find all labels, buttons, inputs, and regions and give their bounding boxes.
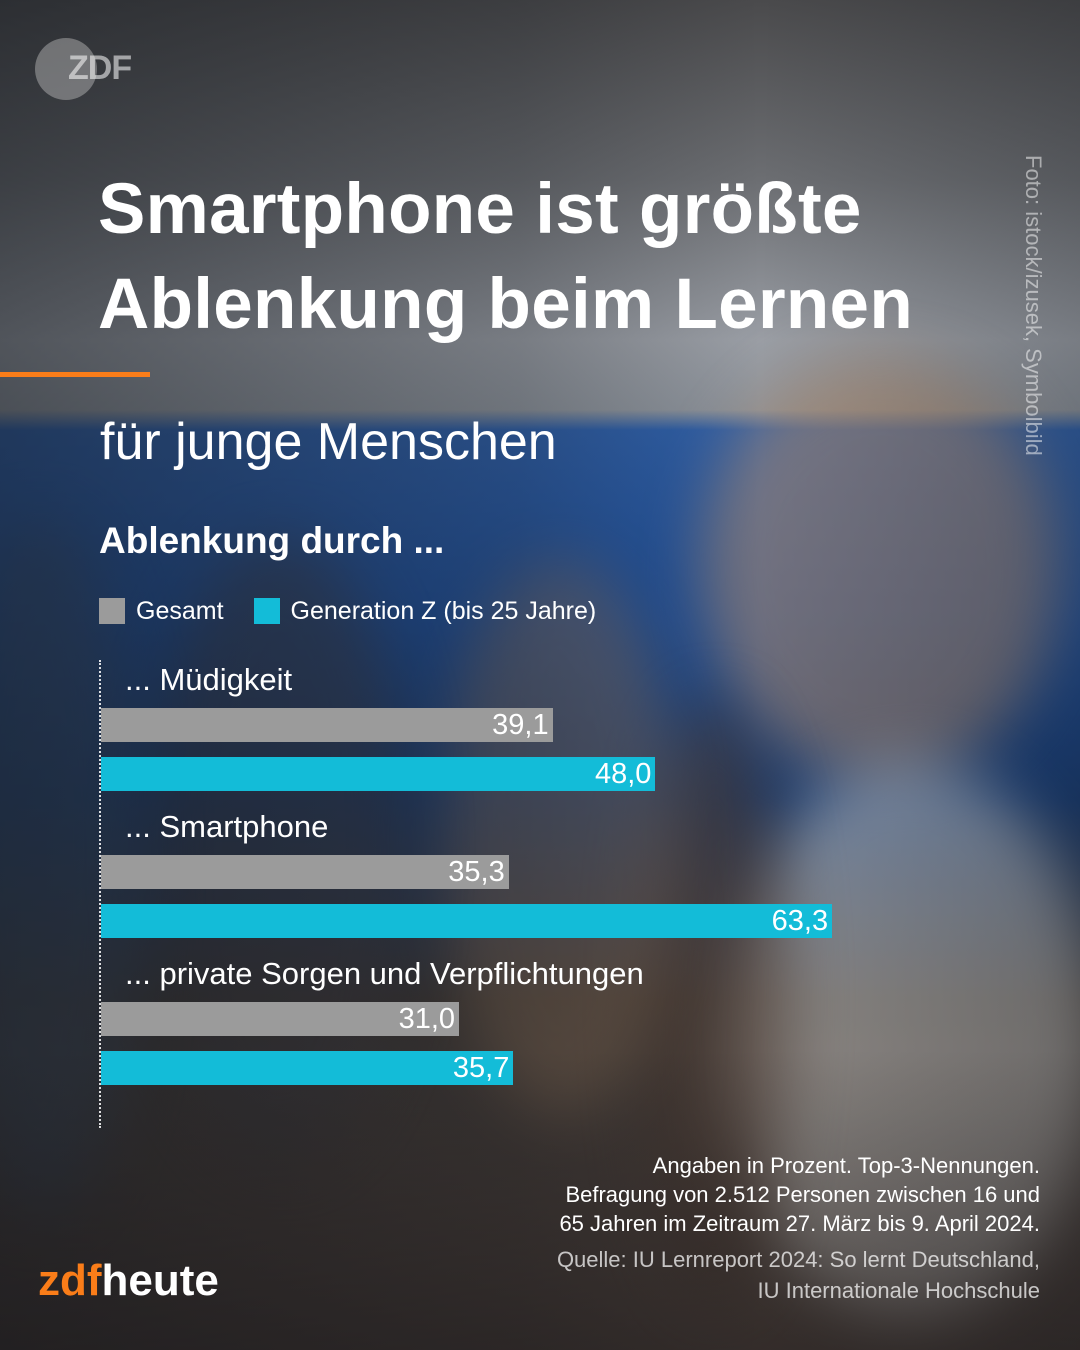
accent-line [0,372,150,377]
category-label: ... Müdigkeit [125,662,293,697]
source-line-2: IU Internationale Hochschule [757,1278,1041,1303]
title-line-2: Ablenkung beim Lernen [98,265,913,344]
category-label: ... Smartphone [125,809,329,844]
brand-zdf: zdf [38,1256,102,1305]
bar-value-label: 31,0 [398,1003,456,1035]
page-title: Smartphone ist größte Ablenkung beim Ler… [98,162,1038,352]
brand-heute: heute [101,1256,219,1305]
legend-label-gesamt: Gesamt [136,596,224,625]
bar-value-label: 48,0 [594,758,652,790]
chart-title: Ablenkung durch ... [99,520,445,561]
legend-item-gesamt: Gesamt [99,597,224,626]
category-label: ... private Sorgen und Verpflichtungen [125,956,644,991]
chart-source: Quelle: IU Lernreport 2024: So lernt Deu… [557,1244,1040,1306]
note-line-2: Befragung von 2.512 Personen zwischen 16… [565,1182,1040,1207]
bar-value-label: 39,1 [492,709,549,741]
chart-legend: Gesamt Generation Z (bis 25 Jahre) [99,593,626,629]
title-line-1: Smartphone ist größte [98,170,862,249]
bar-value-label: 63,3 [771,905,829,937]
legend-label-gen-z: Generation Z (bis 25 Jahre) [290,596,597,625]
bar-value-label: 35,3 [448,856,505,888]
page-subtitle: für junge Menschen [100,413,557,471]
note-line-3: 65 Jahren im Zeitraum 27. März bis 9. Ap… [559,1211,1040,1236]
bar-value-label: 35,7 [452,1052,510,1084]
legend-item-gen-z: Generation Z (bis 25 Jahre) [253,596,597,626]
zdf-logo-text: ZDF [68,49,132,87]
chart-notes: Angaben in Prozent. Top-3-Nennungen. Bef… [559,1151,1040,1238]
source-line-1: Quelle: IU Lernreport 2024: So lernt Deu… [556,1247,1040,1272]
legend-swatch-gesamt [99,598,125,624]
note-line-1: Angaben in Prozent. Top-3-Nennungen. [652,1153,1040,1178]
zdfheute-logo: zdfheute [38,1256,219,1306]
legend-swatch-gen-z [253,598,280,624]
